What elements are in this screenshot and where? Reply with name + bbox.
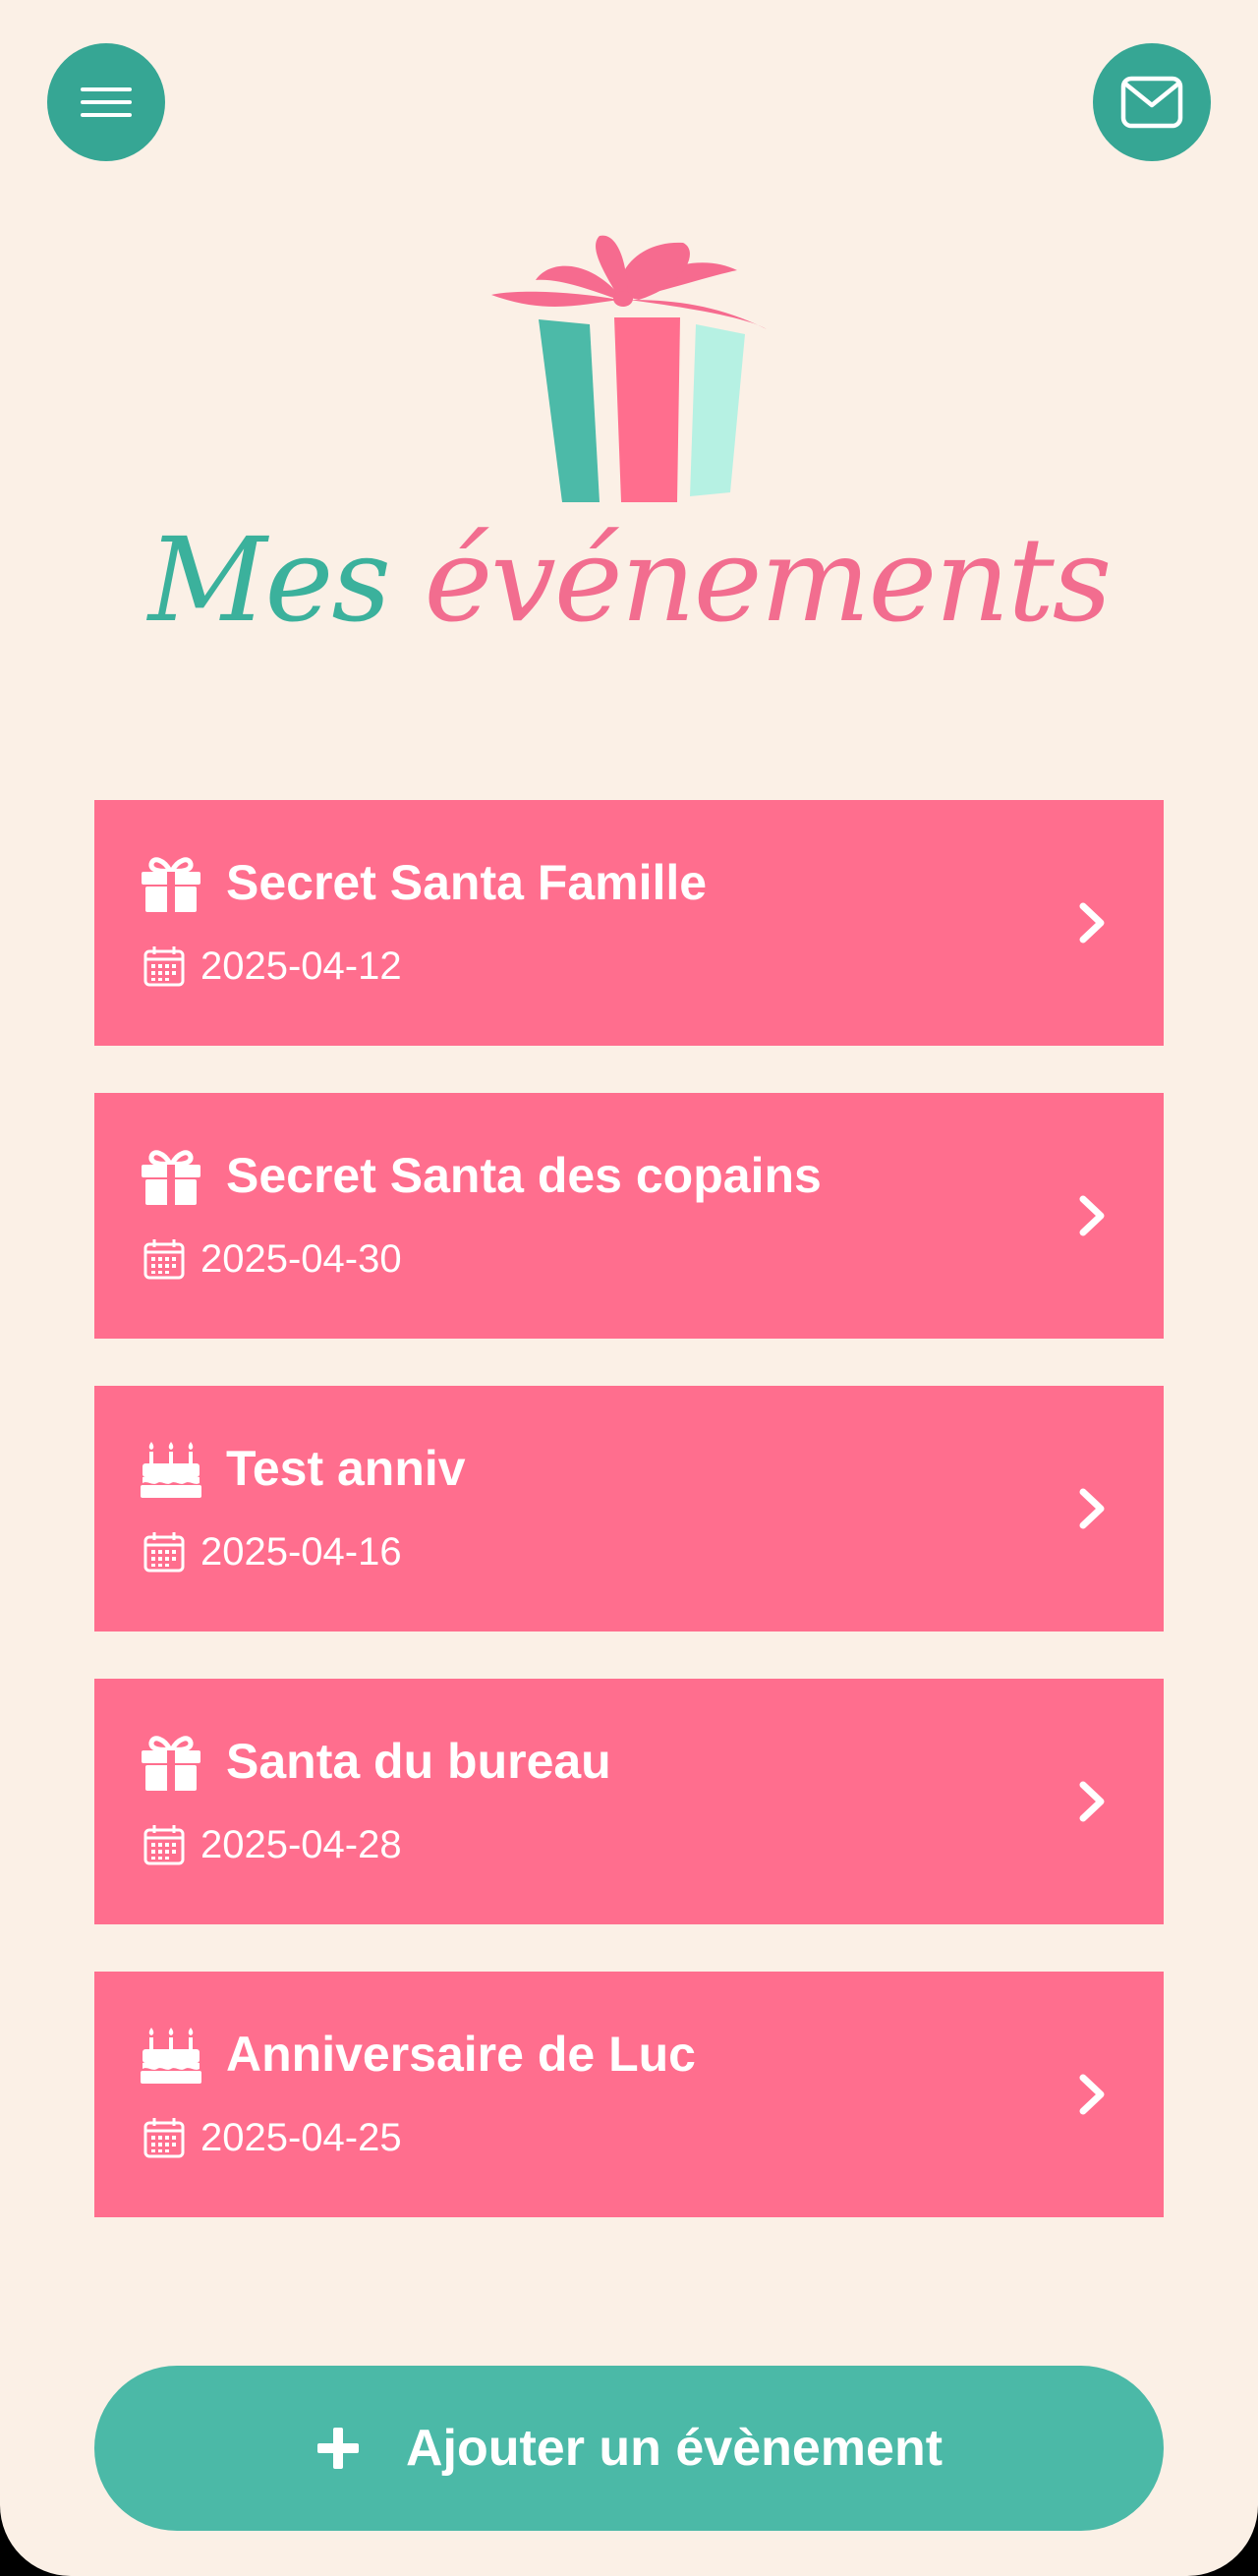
chevron-right-icon — [1079, 2074, 1105, 2115]
page-title: Mes événements — [0, 511, 1258, 649]
event-card[interactable]: Secret Santa Famille 2025-04-12 — [94, 800, 1164, 1046]
add-event-label: Ajouter un évènement — [405, 2420, 944, 2477]
event-date: 2025-04-25 — [200, 2116, 402, 2159]
gift-icon — [142, 1736, 200, 1792]
event-name: Secret Santa Famille — [226, 855, 708, 910]
gift-icon — [142, 1150, 200, 1206]
calendar-icon — [143, 1532, 185, 1573]
event-card[interactable]: Test anniv 2025-04-16 — [94, 1386, 1164, 1631]
event-name: Santa du bureau — [226, 1734, 611, 1789]
calendar-icon — [143, 946, 185, 987]
event-date: 2025-04-28 — [200, 1823, 402, 1866]
event-card[interactable]: Secret Santa des copains 2025-04-30 — [94, 1093, 1164, 1339]
calendar-icon — [143, 2118, 185, 2158]
page-title-part2: événements — [424, 512, 1112, 648]
messages-button[interactable] — [1093, 43, 1211, 161]
event-card[interactable]: Santa du bureau 2025-04-28 — [94, 1679, 1164, 1924]
chevron-right-icon — [1079, 1488, 1105, 1529]
event-date: 2025-04-30 — [200, 1237, 402, 1281]
chevron-right-icon — [1079, 902, 1105, 944]
plus-icon — [316, 2428, 359, 2469]
menu-button[interactable] — [47, 43, 165, 161]
gift-logo-icon — [491, 235, 767, 502]
app-screen: Mes événements Secret Santa Famille 2025… — [0, 0, 1258, 2576]
page-title-part1: Mes — [147, 512, 391, 648]
gift-icon — [142, 857, 200, 913]
birthday-cake-icon — [141, 2028, 201, 2084]
event-name: Secret Santa des copains — [226, 1148, 822, 1203]
calendar-icon — [143, 1239, 185, 1280]
birthday-cake-icon — [141, 1442, 201, 1498]
envelope-icon — [1120, 76, 1183, 129]
chevron-right-icon — [1079, 1195, 1105, 1236]
event-date: 2025-04-12 — [200, 945, 402, 988]
event-name: Anniversaire de Luc — [226, 2027, 696, 2082]
event-list: Secret Santa Famille 2025-04-12 Secret S… — [94, 800, 1164, 2264]
add-event-button[interactable]: Ajouter un évènement — [94, 2366, 1164, 2531]
event-card[interactable]: Anniversaire de Luc 2025-04-25 — [94, 1972, 1164, 2217]
event-name: Test anniv — [226, 1441, 466, 1496]
hamburger-menu-icon — [81, 87, 132, 117]
event-date: 2025-04-16 — [200, 1530, 402, 1574]
calendar-icon — [143, 1825, 185, 1865]
chevron-right-icon — [1079, 1781, 1105, 1822]
